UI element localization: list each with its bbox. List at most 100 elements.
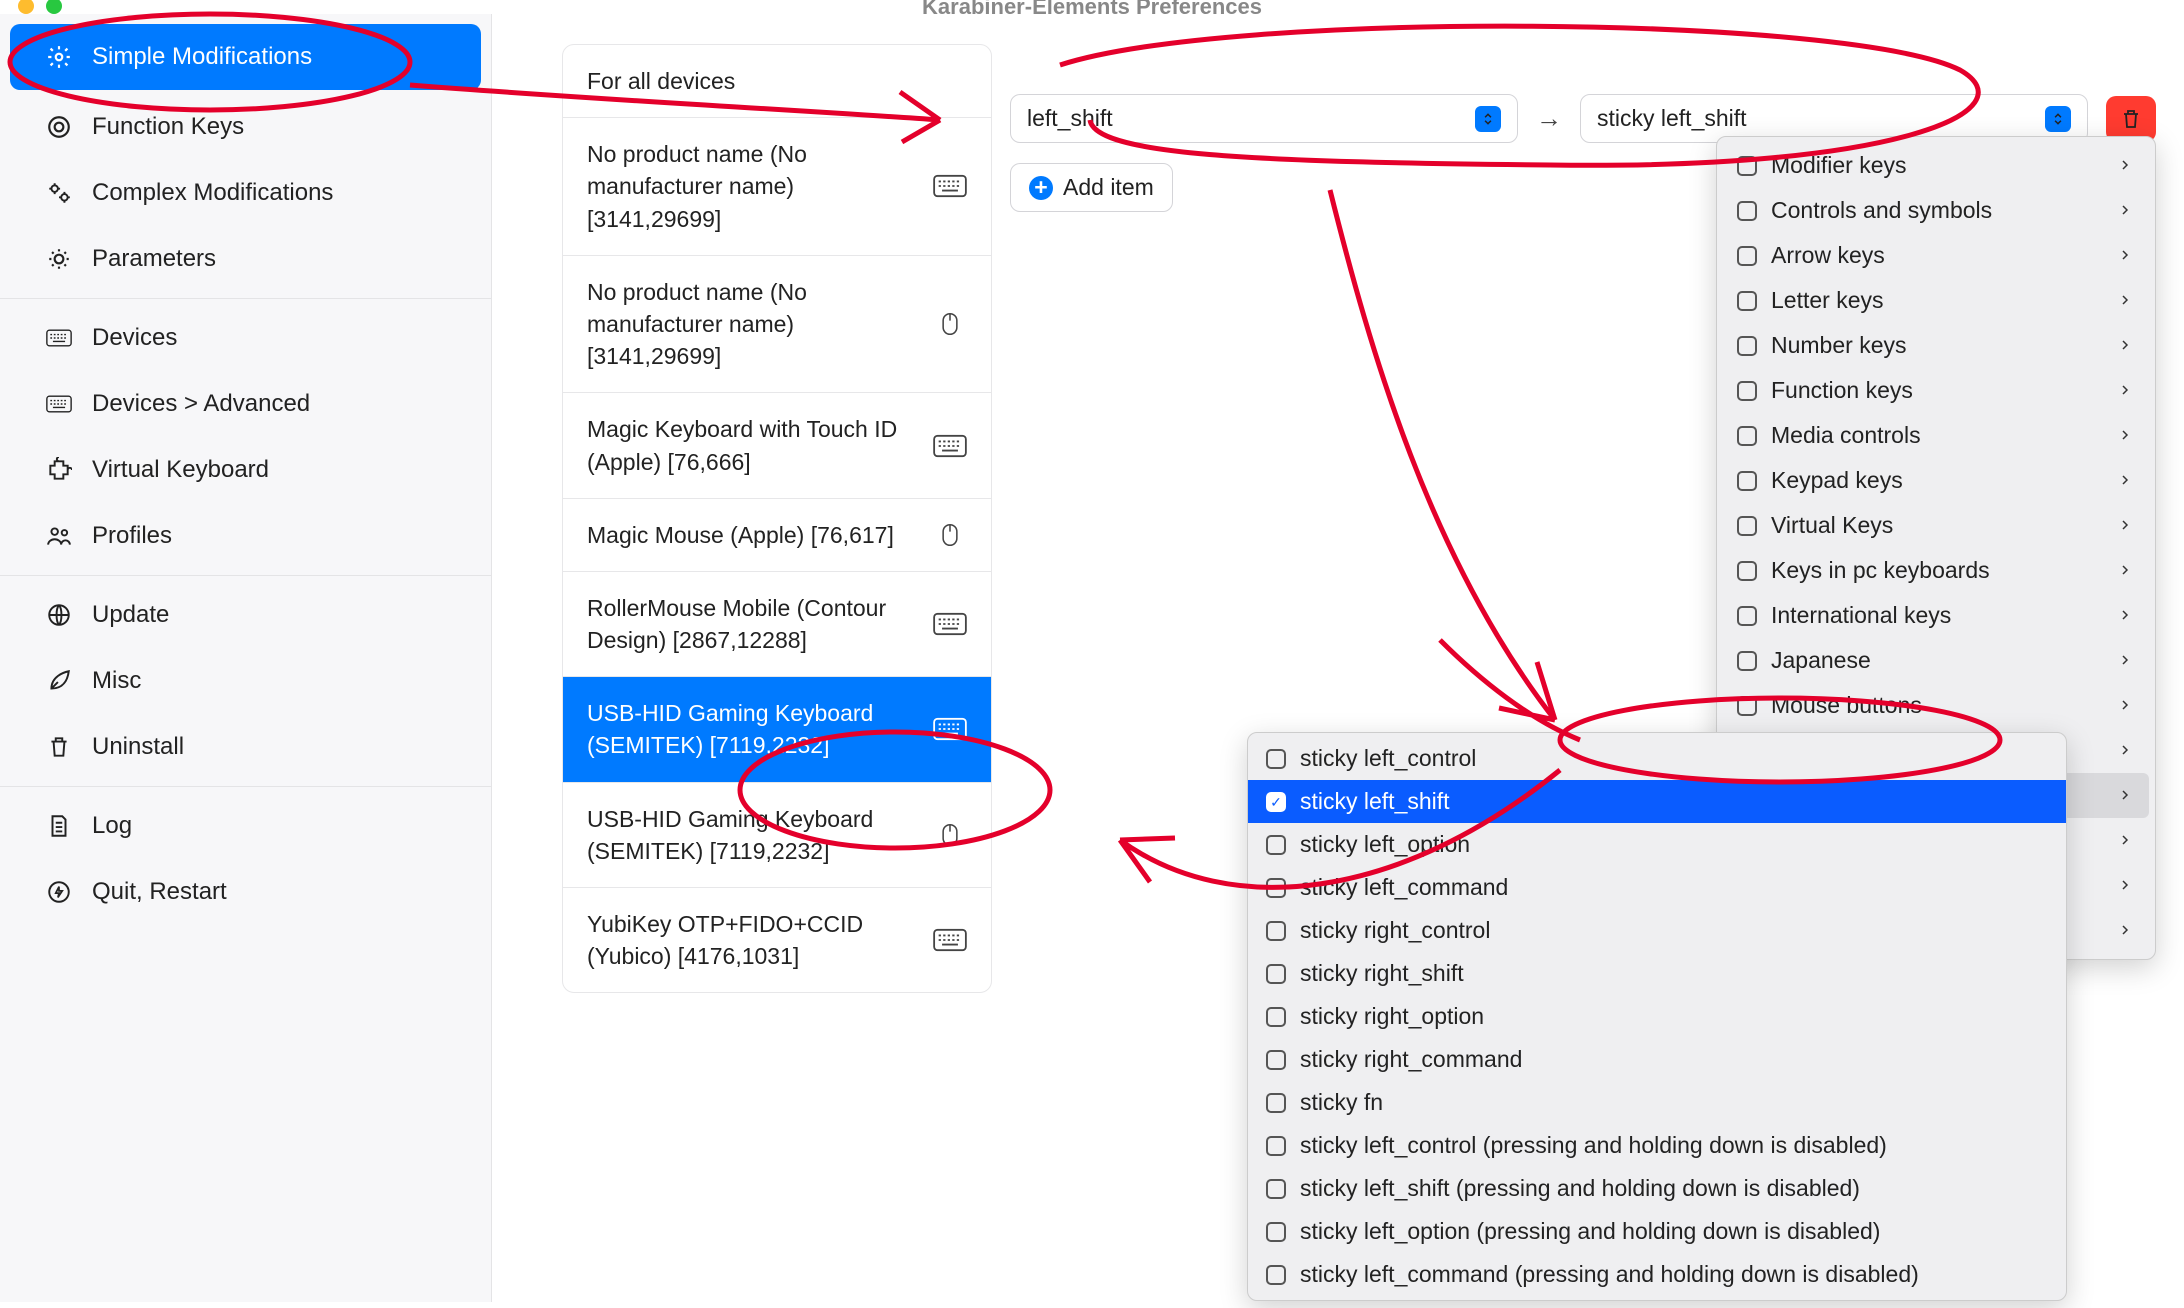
- sidebar-item-devices[interactable]: Devices: [0, 305, 491, 371]
- sticky-key-label: sticky left_control (pressing and holdin…: [1300, 1132, 1887, 1159]
- sidebar-item-devicesadv[interactable]: Devices > Advanced: [0, 371, 491, 437]
- device-row[interactable]: RollerMouse Mobile (Contour Design) [286…: [563, 572, 991, 677]
- sidebar-item-label: Devices: [92, 324, 177, 352]
- sticky-menu-item[interactable]: sticky left_shift (pressing and holding …: [1248, 1167, 2066, 1210]
- sticky-modifier-submenu[interactable]: sticky left_controlsticky left_shiftstic…: [1247, 732, 2067, 1301]
- category-label: Keys in pc keyboards: [1771, 557, 2103, 584]
- sidebar-item-label: Devices > Advanced: [92, 390, 310, 418]
- keyboard-icon: [44, 389, 74, 419]
- device-row[interactable]: USB-HID Gaming Keyboard (SEMITEK) [7119,…: [563, 783, 991, 888]
- chevron-right-icon: [2117, 152, 2135, 179]
- chevron-right-icon: [2117, 422, 2135, 449]
- chevron-right-icon: [2117, 332, 2135, 359]
- chevron-right-icon: [2117, 287, 2135, 314]
- sticky-key-label: sticky left_option (pressing and holding…: [1300, 1218, 1880, 1245]
- device-label: RollerMouse Mobile (Contour Design) [286…: [587, 592, 919, 656]
- chevron-right-icon: [2117, 782, 2135, 809]
- sticky-key-label: sticky right_shift: [1300, 960, 1464, 987]
- minimize-button[interactable]: [18, 0, 34, 14]
- checkbox-icon: [1737, 561, 1757, 581]
- sticky-menu-item[interactable]: sticky right_shift: [1248, 952, 2066, 995]
- device-row[interactable]: For all devices: [563, 45, 991, 118]
- keyboard-icon: [933, 717, 967, 741]
- mouse-icon: [933, 523, 967, 547]
- checkbox-icon: [1266, 921, 1286, 941]
- doc-icon: [44, 811, 74, 841]
- checkbox-icon: [1737, 381, 1757, 401]
- sidebar-item-misc[interactable]: Misc: [0, 648, 491, 714]
- device-row[interactable]: Magic Keyboard with Touch ID (Apple) [76…: [563, 393, 991, 498]
- category-menu-item[interactable]: Letter keys: [1723, 278, 2149, 323]
- category-menu-item[interactable]: Number keys: [1723, 323, 2149, 368]
- checkbox-icon: [1737, 471, 1757, 491]
- sidebar-item-simple[interactable]: Simple Modifications: [10, 24, 481, 90]
- sidebar-item-virtualkb[interactable]: Virtual Keyboard: [0, 437, 491, 503]
- people-icon: [44, 521, 74, 551]
- checkbox-icon: [1737, 606, 1757, 626]
- sidebar-item-log[interactable]: Log: [0, 793, 491, 859]
- sticky-menu-item[interactable]: sticky left_control (pressing and holdin…: [1248, 1124, 2066, 1167]
- sticky-menu-item[interactable]: sticky left_command: [1248, 866, 2066, 909]
- category-menu-item[interactable]: Japanese: [1723, 638, 2149, 683]
- keyboard-icon: [933, 434, 967, 458]
- sticky-key-label: sticky left_shift (pressing and holding …: [1300, 1175, 1860, 1202]
- add-item-button[interactable]: + Add item: [1010, 163, 1173, 212]
- category-menu-item[interactable]: Controls and symbols: [1723, 188, 2149, 233]
- chevron-right-icon: [2117, 692, 2135, 719]
- sidebar-item-quit[interactable]: Quit, Restart: [0, 859, 491, 925]
- mouse-icon: [933, 823, 967, 847]
- sticky-menu-item[interactable]: sticky left_shift: [1248, 780, 2066, 823]
- category-label: Japanese: [1771, 647, 2103, 674]
- device-row[interactable]: No product name (No manufacturer name) […: [563, 256, 991, 394]
- sticky-menu-item[interactable]: sticky left_option: [1248, 823, 2066, 866]
- sticky-key-label: sticky right_option: [1300, 1003, 1484, 1030]
- category-menu-item[interactable]: Arrow keys: [1723, 233, 2149, 278]
- from-key-dropdown[interactable]: left_shift: [1010, 94, 1518, 143]
- checkbox-icon: [1266, 1007, 1286, 1027]
- sidebar-item-update[interactable]: Update: [0, 582, 491, 648]
- checkbox-icon: [1266, 964, 1286, 984]
- sidebar-item-function[interactable]: Function Keys: [0, 94, 491, 160]
- sidebar-item-complex[interactable]: Complex Modifications: [0, 160, 491, 226]
- device-label: USB-HID Gaming Keyboard (SEMITEK) [7119,…: [587, 697, 919, 761]
- window-traffic-lights[interactable]: [18, 0, 62, 14]
- power-icon: [44, 877, 74, 907]
- category-menu-item[interactable]: Media controls: [1723, 413, 2149, 458]
- sticky-menu-item[interactable]: sticky right_control: [1248, 909, 2066, 952]
- sticky-menu-item[interactable]: sticky left_option (pressing and holding…: [1248, 1210, 2066, 1253]
- sticky-menu-item[interactable]: sticky left_command (pressing and holdin…: [1248, 1253, 2066, 1296]
- delete-mapping-button[interactable]: [2106, 96, 2156, 142]
- category-label: Mouse buttons: [1771, 692, 2103, 719]
- category-menu-item[interactable]: International keys: [1723, 593, 2149, 638]
- sticky-menu-item[interactable]: sticky right_command: [1248, 1038, 2066, 1081]
- category-menu-item[interactable]: Keypad keys: [1723, 458, 2149, 503]
- device-label: No product name (No manufacturer name) […: [587, 276, 919, 373]
- sticky-menu-item[interactable]: sticky right_option: [1248, 995, 2066, 1038]
- chevron-right-icon: [2117, 827, 2135, 854]
- sidebar-item-label: Uninstall: [92, 733, 184, 761]
- add-item-label: Add item: [1063, 174, 1154, 201]
- category-label: International keys: [1771, 602, 2103, 629]
- device-row[interactable]: No product name (No manufacturer name) […: [563, 118, 991, 256]
- sidebar-item-uninstall[interactable]: Uninstall: [0, 714, 491, 780]
- category-menu-item[interactable]: Keys in pc keyboards: [1723, 548, 2149, 593]
- sidebar-item-profiles[interactable]: Profiles: [0, 503, 491, 569]
- sticky-menu-item[interactable]: sticky fn: [1248, 1081, 2066, 1124]
- sidebar-item-label: Quit, Restart: [92, 878, 227, 906]
- device-row[interactable]: USB-HID Gaming Keyboard (SEMITEK) [7119,…: [563, 677, 991, 782]
- chevron-right-icon: [2117, 377, 2135, 404]
- sidebar-item-parameters[interactable]: Parameters: [0, 226, 491, 292]
- device-row[interactable]: Magic Mouse (Apple) [76,617]: [563, 499, 991, 572]
- chevron-right-icon: [2117, 467, 2135, 494]
- category-label: Controls and symbols: [1771, 197, 2103, 224]
- category-menu-item[interactable]: Function keys: [1723, 368, 2149, 413]
- category-menu-item[interactable]: Modifier keys: [1723, 143, 2149, 188]
- device-row[interactable]: YubiKey OTP+FIDO+CCID (Yubico) [4176,103…: [563, 888, 991, 992]
- sticky-menu-item[interactable]: sticky left_control: [1248, 737, 2066, 780]
- category-menu-item[interactable]: Mouse buttons: [1723, 683, 2149, 728]
- sticky-key-label: sticky left_option: [1300, 831, 1470, 858]
- category-label: Letter keys: [1771, 287, 2103, 314]
- device-label: Magic Mouse (Apple) [76,617]: [587, 519, 894, 551]
- category-menu-item[interactable]: Virtual Keys: [1723, 503, 2149, 548]
- zoom-button[interactable]: [46, 0, 62, 14]
